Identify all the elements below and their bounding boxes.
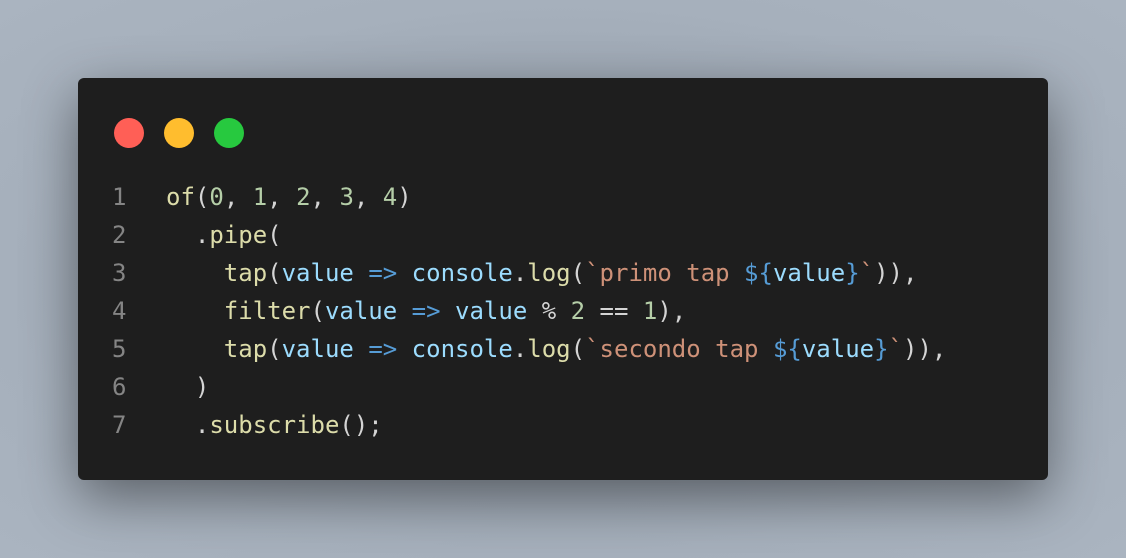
code-window: 1 of(0, 1, 2, 3, 4) 2 .pipe(3 tap(value =>… <box>78 78 1048 480</box>
code-token: value <box>324 297 398 325</box>
code-token: 4 <box>382 183 398 211</box>
code-token: ( <box>194 183 210 211</box>
code-token: 2 <box>296 183 311 211</box>
code-token: value <box>772 259 846 287</box>
code-token: , <box>223 183 253 211</box>
line-text: of(0, 1, 2, 3, 4) <box>166 178 412 216</box>
code-token: tap <box>223 259 268 287</box>
line-text: filter(value => value % 2 == 1), <box>166 292 686 330</box>
code-token: 1 <box>642 297 658 325</box>
code-block: 1 of(0, 1, 2, 3, 4) 2 .pipe(3 tap(value =>… <box>78 178 1048 444</box>
line-number: 3 <box>112 259 127 287</box>
code-token: } <box>874 335 889 363</box>
code-token: subscribe <box>209 411 340 439</box>
code-token: 0 <box>209 183 224 211</box>
code-token: ( <box>267 335 282 363</box>
code-token: tap <box>223 335 268 363</box>
code-token: ( <box>267 221 282 249</box>
code-token: `secondo tap <box>585 335 773 363</box>
code-token: == <box>585 297 643 325</box>
line-text: .subscribe(); <box>166 406 383 444</box>
code-token: value <box>281 259 354 287</box>
code-token: value <box>801 335 875 363</box>
code-token: , <box>267 183 297 211</box>
code-token: of <box>166 183 195 211</box>
code-token: ` <box>888 335 903 363</box>
code-token: ) <box>397 183 412 211</box>
code-token: value <box>455 297 528 325</box>
code-token: 3 <box>339 183 354 211</box>
code-token: , <box>310 183 340 211</box>
code-token: ( <box>310 297 325 325</box>
maximize-dot-icon <box>214 118 244 148</box>
code-token: } <box>845 259 860 287</box>
code-line: 5 tap(value => console.log(`secondo tap … <box>78 330 1048 368</box>
close-dot-icon <box>114 118 144 148</box>
code-token: ( <box>267 259 282 287</box>
code-line: 2 .pipe( <box>78 216 1048 254</box>
code-line: 4 filter(value => value % 2 == 1), <box>78 292 1048 330</box>
code-token: (); <box>339 411 383 439</box>
line-number: 7 <box>112 411 127 439</box>
code-token: ), <box>657 297 687 325</box>
code-token: filter <box>223 297 311 325</box>
code-token: ${ <box>772 335 802 363</box>
code-token: ) <box>166 373 210 401</box>
code-token: . <box>166 221 210 249</box>
code-token: . <box>166 411 210 439</box>
line-text: .pipe( <box>166 216 282 254</box>
line-text: ) <box>166 368 209 406</box>
code-token: log <box>527 335 571 363</box>
code-token: 2 <box>570 297 586 325</box>
code-token: ${ <box>744 259 773 287</box>
line-number: 6 <box>112 373 127 401</box>
code-token: 1 <box>252 183 268 211</box>
code-token: )), <box>874 259 918 287</box>
line-text: tap(value => console.log(`secondo tap ${… <box>166 330 947 368</box>
line-text: tap(value => console.log(`primo tap ${va… <box>166 254 918 292</box>
code-token: `primo tap <box>585 259 745 287</box>
line-number: 5 <box>112 335 127 363</box>
code-line: 7 .subscribe(); <box>78 406 1048 444</box>
code-line: 6 ) <box>78 368 1048 406</box>
code-token: , <box>353 183 383 211</box>
line-number: 2 <box>112 221 127 249</box>
minimize-dot-icon <box>164 118 194 148</box>
code-token: console <box>411 335 513 363</box>
code-token: => <box>411 297 441 325</box>
line-number: 4 <box>112 297 127 325</box>
code-token: )), <box>903 335 947 363</box>
code-token: ` <box>859 259 875 287</box>
code-token: ( <box>570 335 586 363</box>
code-token: ( <box>570 259 586 287</box>
code-token: . <box>512 259 528 287</box>
code-token: console <box>411 259 513 287</box>
code-token: pipe <box>209 221 268 249</box>
code-token: => <box>368 335 398 363</box>
code-token: log <box>527 259 571 287</box>
code-token: => <box>368 259 398 287</box>
code-line: 3 tap(value => console.log(`primo tap ${… <box>78 254 1048 292</box>
code-token: % <box>527 297 571 325</box>
code-token: . <box>512 335 528 363</box>
code-token: value <box>281 335 354 363</box>
code-line: 1 of(0, 1, 2, 3, 4) <box>78 178 1048 216</box>
line-number: 1 <box>112 183 127 211</box>
